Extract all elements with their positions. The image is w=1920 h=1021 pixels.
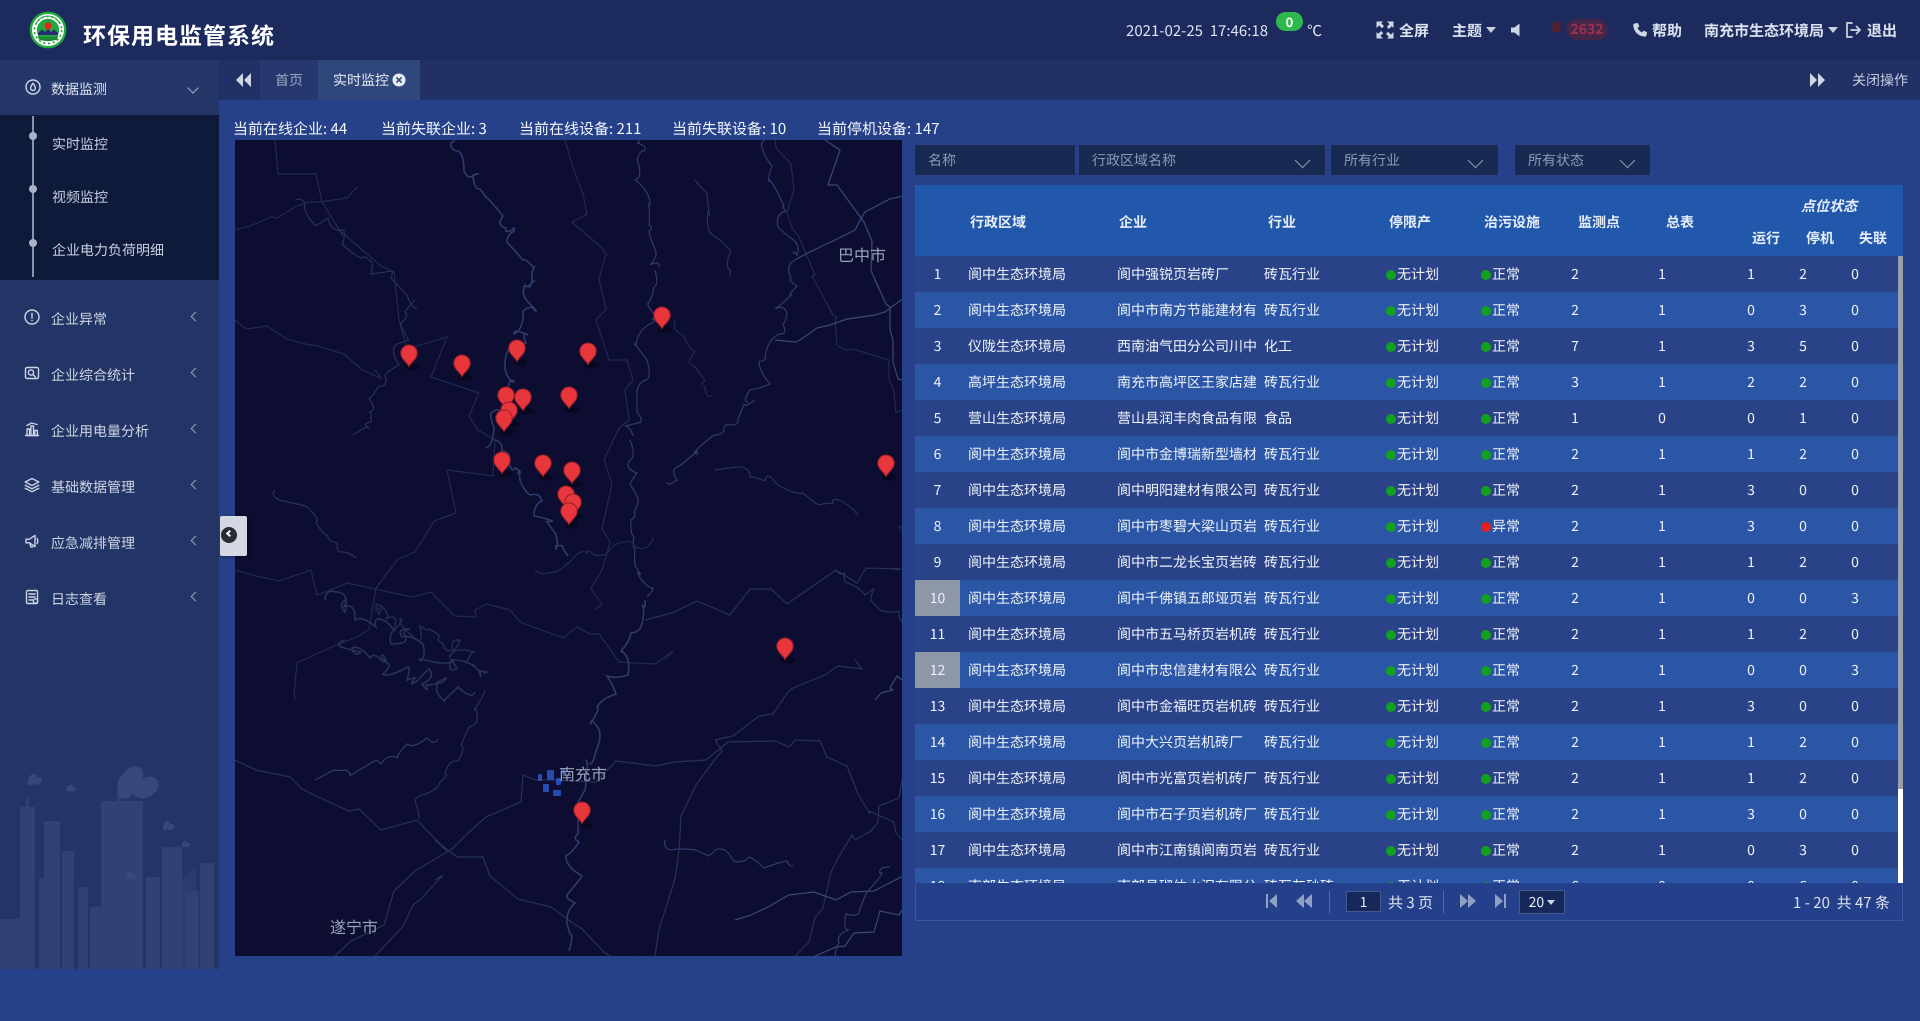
svg-text:南充市: 南充市 [559,761,607,785]
svg-text:遂宁市: 遂宁市 [330,914,378,938]
svg-text:巴中市: 巴中市 [838,242,886,266]
